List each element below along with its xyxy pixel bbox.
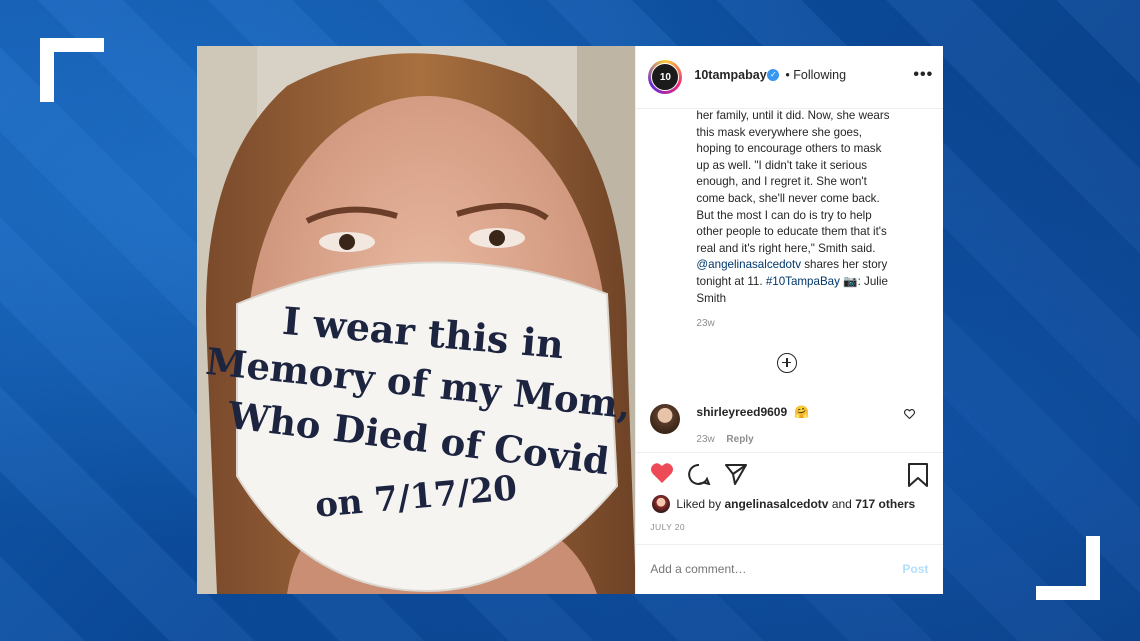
- caption-line: But the most I can do is try to help: [696, 208, 872, 222]
- comment-bubble-icon[interactable]: [687, 463, 712, 486]
- add-comment-input[interactable]: [650, 562, 881, 576]
- liked-mid: and: [828, 497, 856, 511]
- caption-line: tonight at 11. #10TampaBay 📷: Julie: [696, 274, 932, 291]
- post-photo: I wear this in Memory of my Mom, Who Die…: [197, 46, 636, 594]
- post-comment-button[interactable]: Post: [902, 562, 928, 576]
- post-side-panel: her family, until it did. Now, she wears…: [635, 46, 944, 594]
- hashtag-link[interactable]: #10TampaBay: [766, 275, 840, 288]
- caption-line: other people to educate them that it's: [696, 225, 887, 239]
- liked-user-link[interactable]: angelinasalcedotv: [724, 497, 828, 511]
- comment-heart-icon[interactable]: [904, 408, 916, 422]
- liked-by-avatar[interactable]: [652, 495, 671, 513]
- post-header: 10 10tampabay ✓ • Following •••: [636, 46, 944, 109]
- liked-prefix: Liked by: [676, 497, 725, 511]
- liked-by-text: Liked by angelinasalcedotv and 717 other…: [676, 497, 915, 511]
- more-options-icon[interactable]: •••: [913, 66, 933, 84]
- divider: [636, 452, 944, 453]
- plus-circle-icon[interactable]: [777, 353, 798, 373]
- caption-line: this mask everywhere she goes,: [696, 125, 863, 139]
- bookmark-icon[interactable]: [907, 463, 929, 487]
- caption-line: come back, she'll never come back.: [696, 191, 880, 205]
- caption-line: her family, until it did. Now, she wears: [696, 109, 890, 122]
- caption-line: Smith: [696, 291, 727, 305]
- verified-badge-icon: ✓: [767, 69, 780, 81]
- photo-woman-in-mask: I wear this in Memory of my Mom, Who Die…: [197, 46, 636, 594]
- comment-age: 23w: [696, 434, 715, 445]
- frame-corner-bottom-right-vertical: [1086, 536, 1100, 600]
- avatar-logo-text: 10: [651, 63, 680, 91]
- share-paper-plane-icon[interactable]: [724, 463, 748, 485]
- like-heart-icon[interactable]: [650, 462, 674, 484]
- mention-link[interactable]: @angelinasalcedotv: [696, 258, 801, 271]
- post-date: JULY 20: [650, 522, 686, 532]
- divider: [636, 544, 944, 545]
- caption-line: enough, and I regret it. She won't: [696, 175, 867, 189]
- caption-line: real and it's right here," Smith said.: [696, 241, 876, 255]
- account-username[interactable]: 10tampabay: [694, 68, 766, 82]
- account-avatar[interactable]: 10: [648, 60, 683, 94]
- caption-line: @angelinasalcedotv shares her story: [696, 257, 932, 274]
- reply-button[interactable]: Reply: [726, 434, 753, 445]
- following-status[interactable]: • Following: [785, 68, 846, 82]
- caption-age: 23w: [696, 318, 715, 329]
- comment-username[interactable]: shirleyreed9609: [696, 405, 787, 419]
- caption-text: : Julie: [857, 274, 888, 288]
- caption-text: shares her story: [801, 258, 888, 272]
- instagram-post: I wear this in Memory of my Mom, Who Die…: [197, 46, 944, 594]
- caption-line: up as well. "I didn't take it serious: [696, 158, 868, 172]
- comment-emoji: 🤗: [794, 405, 810, 419]
- caption-text: tonight at 11.: [696, 274, 766, 288]
- caption-line: hoping to encourage others to mask: [696, 142, 882, 156]
- camera-emoji-icon: 📷: [843, 274, 858, 288]
- post-caption: her family, until it did. Now, she wears…: [696, 108, 932, 307]
- comment-avatar[interactable]: [650, 404, 681, 434]
- frame-corner-top-left-vertical: [40, 38, 54, 102]
- liked-count-link[interactable]: 717 others: [855, 497, 915, 511]
